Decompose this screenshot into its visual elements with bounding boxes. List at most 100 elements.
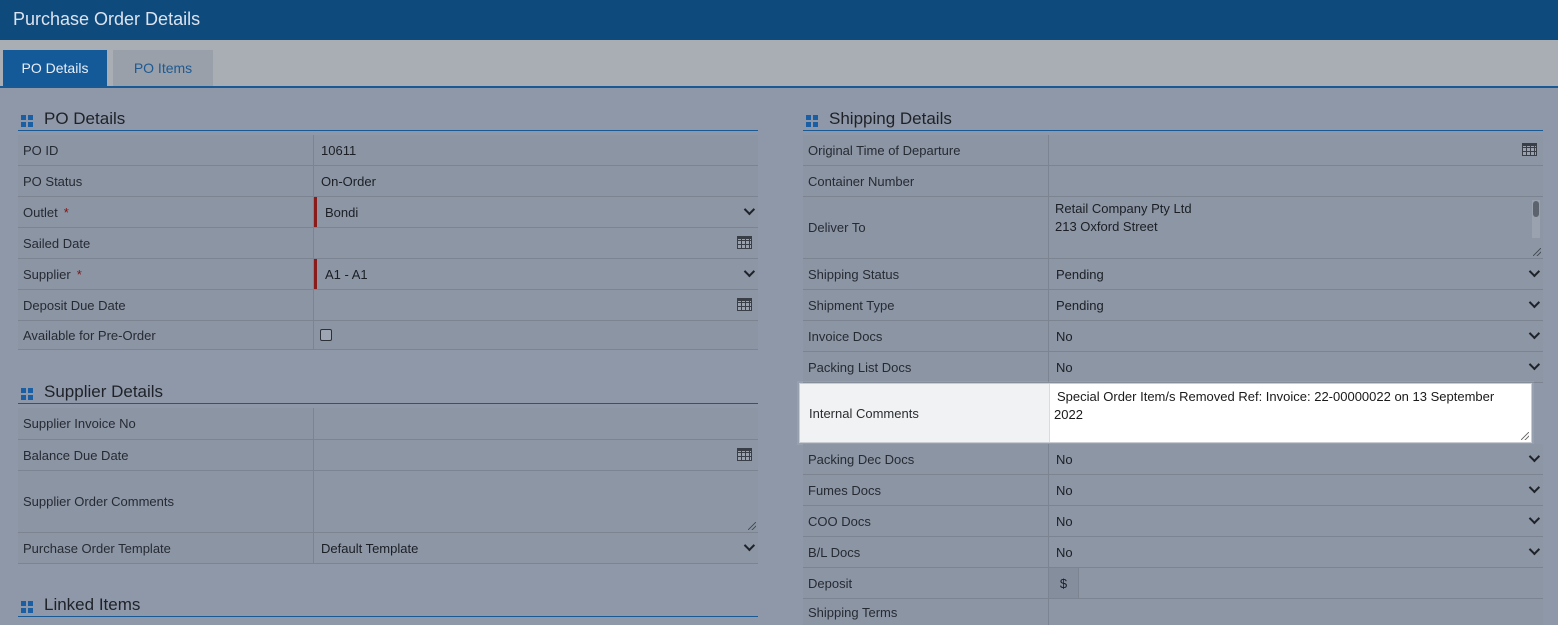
deliver-to-textarea[interactable]: Retail Company Pty Ltd 213 Oxford Street: [1049, 197, 1543, 258]
calendar-icon[interactable]: [737, 298, 752, 311]
section-shipping-details: Shipping Details: [803, 109, 1543, 131]
row-po-id: PO ID 10611: [18, 135, 758, 166]
calendar-icon[interactable]: [1522, 143, 1537, 156]
outlet-value: Bondi: [325, 204, 359, 220]
row-po-template: Purchase Order Template Default Template: [18, 533, 758, 564]
row-container-number: Container Number: [803, 166, 1543, 197]
field-label: Outlet *: [18, 197, 314, 227]
preorder-checkbox[interactable]: [320, 329, 332, 341]
row-coo-docs: COO Docs No: [803, 506, 1543, 537]
chevron-down-icon: [743, 203, 756, 216]
internal-comments-textarea[interactable]: Special Order Item/s Removed Ref: Invoic…: [1050, 384, 1531, 442]
resize-handle-icon[interactable]: [1533, 248, 1541, 256]
row-invoice-docs: Invoice Docs No: [803, 321, 1543, 352]
row-available-preorder: Available for Pre-Order: [18, 321, 758, 350]
shipping-status-select[interactable]: Pending: [1049, 259, 1543, 289]
chevron-down-icon: [1528, 481, 1541, 494]
field-label: Shipping Status: [803, 259, 1049, 289]
row-po-status: PO Status On-Order: [18, 166, 758, 197]
shipping-status-value: Pending: [1056, 266, 1104, 282]
field-label: PO Status: [18, 166, 314, 196]
chevron-down-icon: [1528, 450, 1541, 463]
section-title: Shipping Details: [829, 109, 952, 128]
section-title: Linked Items: [44, 595, 141, 614]
chevron-down-icon: [1528, 296, 1541, 309]
field-label: Deposit: [803, 568, 1049, 598]
calendar-icon[interactable]: [737, 236, 752, 249]
field-label: Balance Due Date: [18, 440, 314, 470]
section-po-details: PO Details: [18, 109, 758, 131]
field-label: PO ID: [18, 135, 314, 165]
row-internal-comments: Internal Comments Special Order Item/s R…: [799, 383, 1532, 443]
grid-icon: [806, 115, 818, 127]
row-fumes-docs: Fumes Docs No: [803, 475, 1543, 506]
row-supplier-invoice: Supplier Invoice No: [18, 408, 758, 440]
po-status-value: On-Order: [314, 166, 758, 196]
required-mark: *: [76, 266, 82, 282]
fumes-docs-value: No: [1056, 482, 1073, 498]
shipment-type-select[interactable]: Pending: [1049, 290, 1543, 320]
tab-po-items[interactable]: PO Items: [113, 50, 213, 86]
field-label: Invoice Docs: [803, 321, 1049, 351]
row-balance-due-date: Balance Due Date: [18, 440, 758, 471]
section-supplier-details: Supplier Details: [18, 382, 758, 404]
section-title: PO Details: [44, 109, 126, 128]
bl-docs-value: No: [1056, 544, 1073, 560]
resize-handle-icon[interactable]: [748, 522, 756, 530]
shipping-terms-input[interactable]: [1049, 599, 1543, 625]
packing-list-docs-select[interactable]: No: [1049, 352, 1543, 382]
supplier-invoice-input[interactable]: [314, 408, 758, 439]
row-supplier-order-comments: Supplier Order Comments: [18, 471, 758, 533]
field-label: Packing Dec Docs: [803, 444, 1049, 474]
row-deposit-due-date: Deposit Due Date: [18, 290, 758, 321]
field-label: Packing List Docs: [803, 352, 1049, 382]
deposit-due-date-input[interactable]: [314, 290, 758, 320]
chevron-down-icon: [1528, 512, 1541, 525]
packing-dec-docs-value: No: [1056, 451, 1073, 467]
sailed-date-input[interactable]: [314, 228, 758, 258]
field-label: COO Docs: [803, 506, 1049, 536]
grid-icon: [21, 115, 33, 127]
balance-due-date-input[interactable]: [314, 440, 758, 470]
row-bl-docs: B/L Docs No: [803, 537, 1543, 568]
deposit-input[interactable]: $: [1049, 568, 1543, 598]
grid-icon: [21, 601, 33, 613]
field-label: Deposit Due Date: [18, 290, 314, 320]
bl-docs-select[interactable]: No: [1049, 537, 1543, 567]
coo-docs-select[interactable]: No: [1049, 506, 1543, 536]
po-template-select[interactable]: Default Template: [314, 533, 758, 563]
row-deliver-to: Deliver To Retail Company Pty Ltd 213 Ox…: [803, 197, 1543, 259]
original-departure-input[interactable]: [1049, 135, 1543, 165]
tab-po-details[interactable]: PO Details: [3, 50, 107, 86]
row-shipping-status: Shipping Status Pending: [803, 259, 1543, 290]
resize-handle-icon[interactable]: [1521, 432, 1529, 440]
container-number-input[interactable]: [1049, 166, 1543, 196]
field-label: Purchase Order Template: [18, 533, 314, 563]
scrollbar[interactable]: [1532, 200, 1540, 238]
invoice-docs-select[interactable]: No: [1049, 321, 1543, 351]
deliver-to-line-1: Retail Company Pty Ltd: [1055, 201, 1192, 216]
field-label: Container Number: [803, 166, 1049, 196]
supplier-select[interactable]: A1 - A1: [314, 259, 758, 289]
field-label: Supplier *: [18, 259, 314, 289]
deliver-to-line-2: 213 Oxford Street: [1055, 219, 1158, 234]
outlet-select[interactable]: Bondi: [314, 197, 758, 227]
field-label: Available for Pre-Order: [18, 321, 314, 349]
shipment-type-value: Pending: [1056, 297, 1104, 313]
field-label: Supplier Order Comments: [18, 471, 314, 532]
field-label: Sailed Date: [18, 228, 314, 258]
row-supplier: Supplier * A1 - A1: [18, 259, 758, 290]
row-deposit: Deposit $: [803, 568, 1543, 599]
chevron-down-icon: [1528, 543, 1541, 556]
field-label: B/L Docs: [803, 537, 1049, 567]
outlet-label: Outlet: [23, 204, 58, 220]
fumes-docs-select[interactable]: No: [1049, 475, 1543, 505]
grid-icon: [21, 388, 33, 400]
field-label: Internal Comments: [800, 384, 1050, 442]
supplier-order-comments-textarea[interactable]: [314, 471, 758, 532]
internal-comments-line-2: 2022: [1054, 407, 1083, 422]
packing-dec-docs-select[interactable]: No: [1049, 444, 1543, 474]
calendar-icon[interactable]: [737, 448, 752, 461]
field-label: Fumes Docs: [803, 475, 1049, 505]
field-label: Shipping Terms: [803, 599, 1049, 625]
